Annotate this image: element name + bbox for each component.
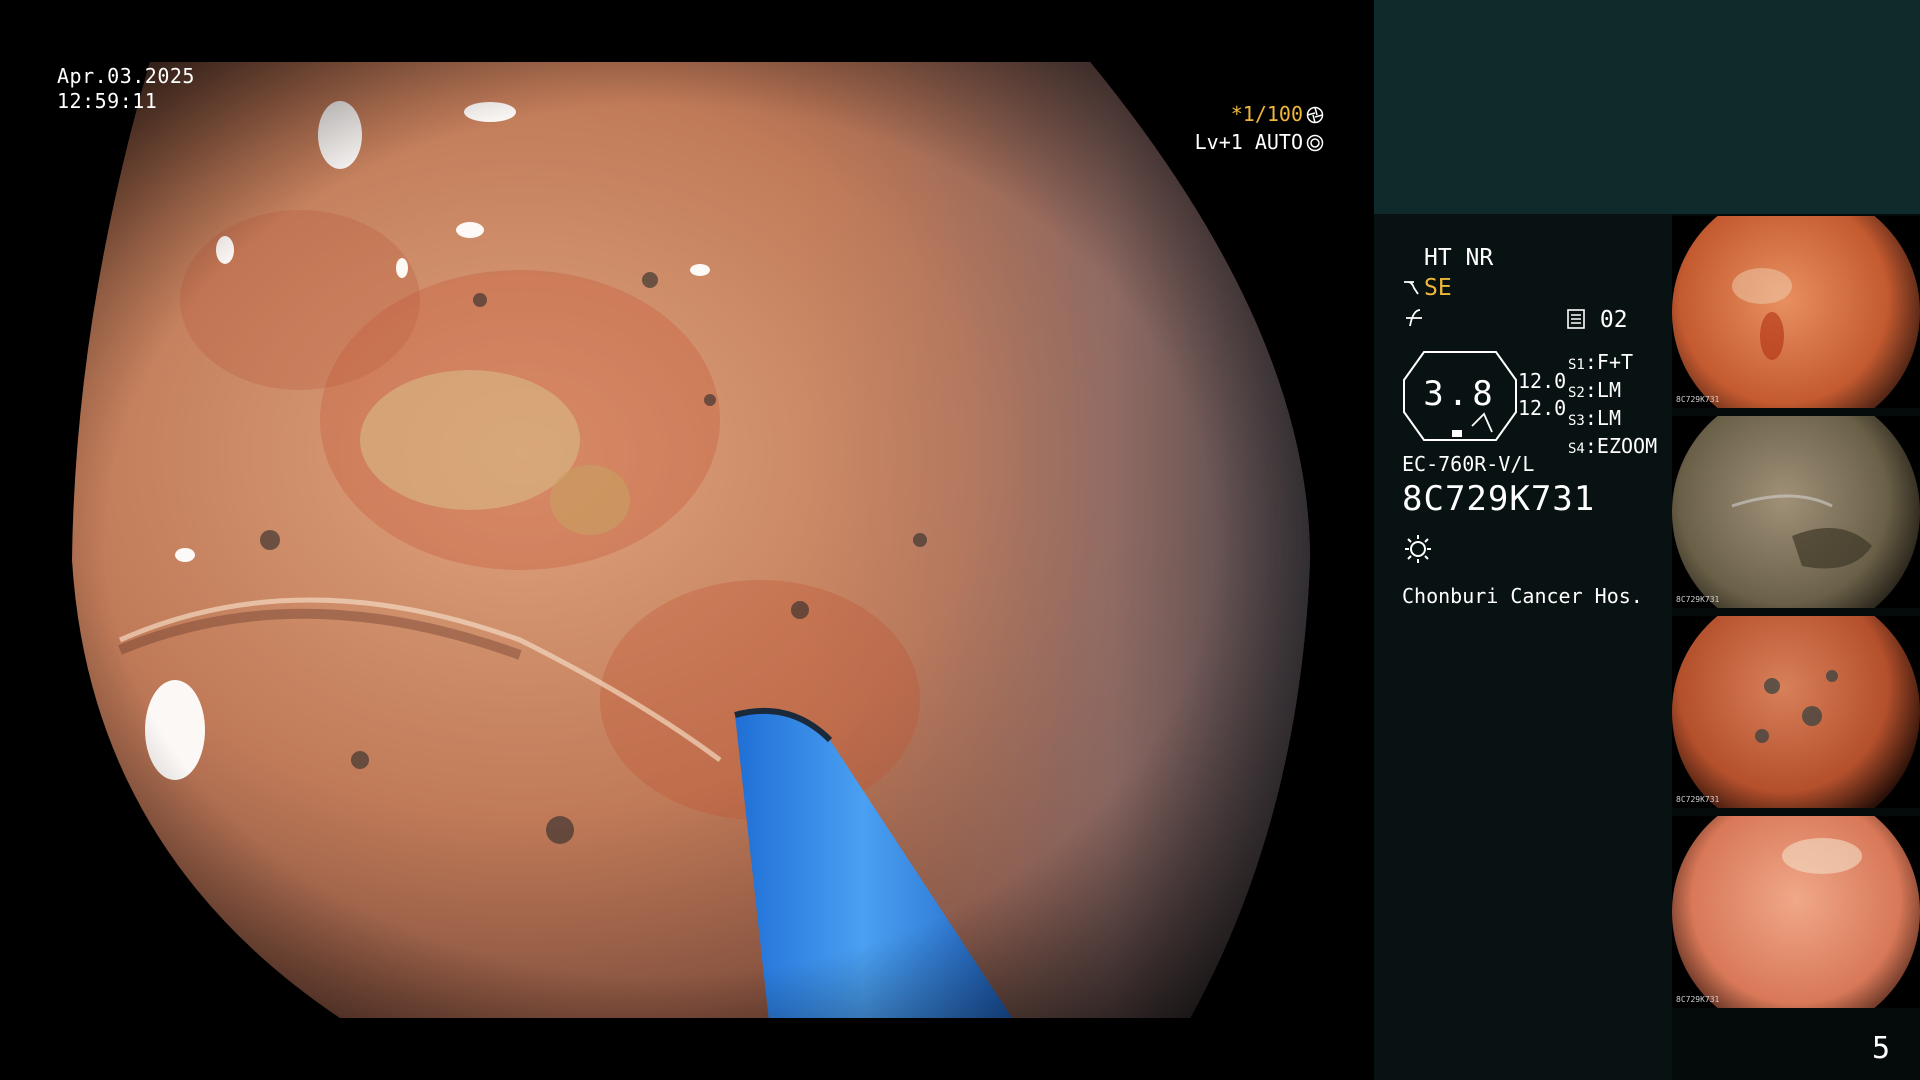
exam-date: Apr.03.2025 — [57, 64, 195, 88]
exposure-overlay: *1/100 Lv+1 AUTO — [1195, 100, 1324, 156]
switch-tag: S4 — [1568, 441, 1585, 457]
enhancement-mode: SE — [1402, 274, 1452, 302]
scope-switch-list: S1:F+T S2:LM S3:LM S4:EZOOM — [1568, 350, 1657, 462]
switch-tag: S3 — [1568, 413, 1585, 429]
thumbnail-image — [1672, 816, 1920, 1008]
captured-thumbnail[interactable]: 8C729K731 — [1672, 416, 1920, 608]
iris-line: Lv+1 AUTO — [1195, 128, 1324, 156]
switch-tag: S2 — [1568, 385, 1585, 401]
thumbnail-image — [1672, 416, 1920, 608]
thumbnail-serial: 8C729K731 — [1676, 395, 1720, 404]
shutter-speed: *1/100 — [1230, 102, 1303, 126]
thumbnail-serial: 8C729K731 — [1676, 995, 1720, 1004]
shutter-speed-line: *1/100 — [1195, 100, 1324, 128]
captured-images-strip: 8C729K731 8C729K731 8C729K731 8C729K731 — [1672, 214, 1920, 1014]
captured-thumbnail[interactable]: 8C729K731 — [1672, 816, 1920, 1008]
thumbnail-image — [1672, 216, 1920, 408]
enhancement-label: SE — [1424, 275, 1452, 301]
endoscope-main-view: Apr.03.2025 12:59:11 *1/100 Lv+1 AUTO — [0, 0, 1374, 1080]
thumbnail-image — [1672, 616, 1920, 808]
procedure-info-panel: HT NR SE 02 3.8 12.0 12.0 S1:F+T S2:LM S… — [1374, 0, 1920, 1080]
switch-value: LM — [1596, 406, 1621, 430]
captured-thumbnail[interactable]: 8C729K731 — [1672, 216, 1920, 408]
thumbnail-serial: 8C729K731 — [1676, 595, 1720, 604]
captured-thumbnail[interactable]: 8C729K731 — [1672, 616, 1920, 808]
probe-hook-icon — [1404, 281, 1419, 295]
switch-item: S1:F+T — [1568, 350, 1634, 374]
iris-mode: Lv+1 AUTO — [1194, 130, 1303, 154]
aperture-icon — [1306, 106, 1324, 124]
curve-icon — [1406, 309, 1422, 327]
zoom-value: 3.8 — [1423, 374, 1497, 414]
settings-info: HT NR SE 02 3.8 12.0 12.0 S1:F+T S2:LM S… — [1374, 214, 1672, 1080]
switch-value: EZOOM — [1596, 434, 1658, 458]
enhancement-levels: 12.0 12.0 — [1518, 368, 1566, 422]
switch-item: S3:LM — [1568, 406, 1621, 430]
sun-light-icon — [1405, 535, 1431, 563]
switch-value: F+T — [1596, 350, 1634, 374]
switch-item: S2:LM — [1568, 378, 1621, 402]
datetime-overlay: Apr.03.2025 12:59:11 — [57, 64, 195, 114]
processing-mode: HT NR — [1424, 245, 1494, 271]
thumbnail-serial: 8C729K731 — [1676, 795, 1720, 804]
exam-time: 12:59:11 — [57, 89, 158, 113]
page-number: 5 — [1871, 1031, 1890, 1066]
hospital-name: Chonburi Cancer Hos. — [1402, 584, 1643, 608]
capture-counter: 02 — [1566, 306, 1628, 334]
top-info-area — [1374, 0, 1920, 214]
iris-ring-icon — [1306, 134, 1324, 152]
switch-value: LM — [1596, 378, 1621, 402]
switch-tag: S1 — [1568, 357, 1585, 373]
enhancement-level-1: 12.0 — [1518, 369, 1567, 393]
switch-item: S4:EZOOM — [1568, 434, 1658, 458]
counter-value: 02 — [1599, 307, 1628, 333]
endoscopic-image — [72, 62, 1310, 1018]
scope-model: EC-760R-V/L — [1402, 452, 1535, 476]
enhancement-level-2: 12.0 — [1518, 396, 1567, 420]
memory-card-icon — [1567, 309, 1585, 329]
scope-serial: 8C729K731 — [1402, 479, 1596, 519]
